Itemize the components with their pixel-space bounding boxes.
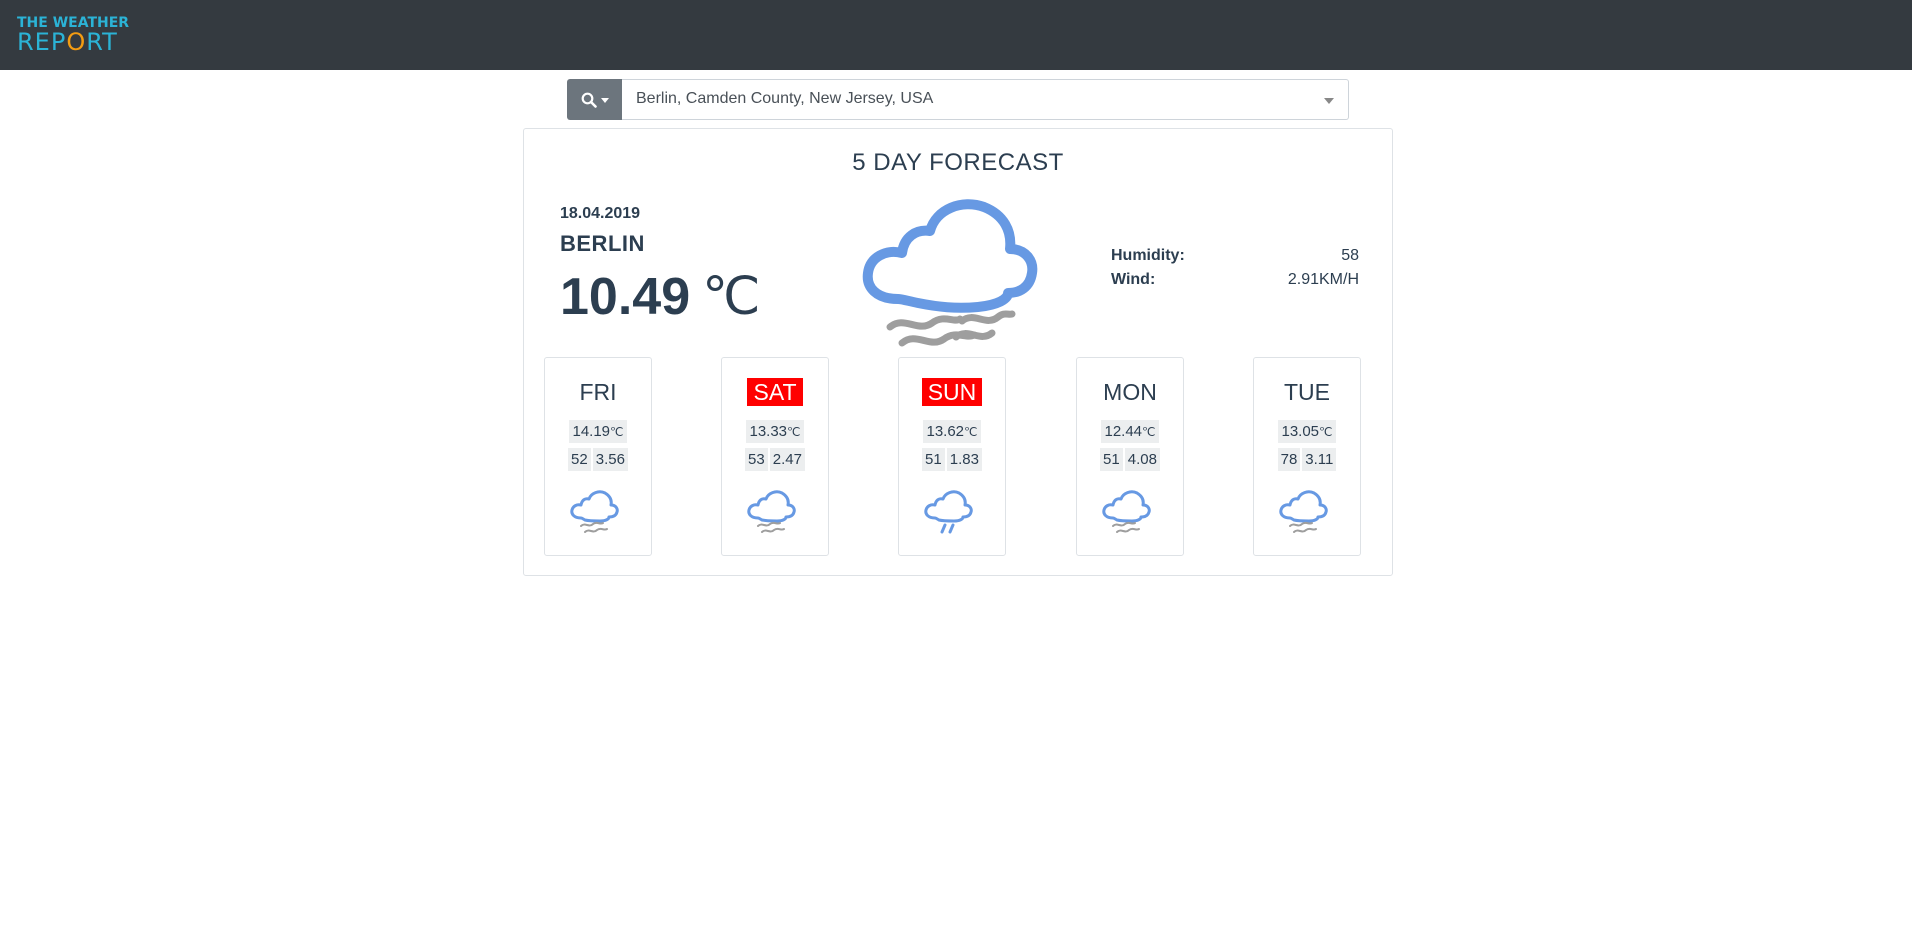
day-extra: 53 2.47: [722, 448, 828, 471]
temperature-unit: ℃: [702, 269, 761, 326]
humidity-value: 58: [1341, 247, 1359, 264]
day-extra: 51 4.08: [1077, 448, 1183, 471]
day-wind: 2.47: [769, 448, 805, 471]
day-temperature: 12.44℃: [1077, 420, 1183, 443]
chevron-down-icon[interactable]: [1324, 98, 1334, 104]
top-navbar: THE WEATHER REPORT: [0, 0, 1912, 70]
day-card-sat[interactable]: SAT 13.33℃ 53 2.47: [721, 357, 829, 556]
day-name-container: MON: [1077, 378, 1183, 406]
search-dropdown-button[interactable]: [567, 79, 622, 120]
day-card-fri[interactable]: FRI 14.19℃ 52 3.56: [544, 357, 652, 556]
caret-down-icon: [600, 98, 609, 103]
day-humidity: 51: [922, 448, 945, 471]
day-humidity: 53: [745, 448, 768, 471]
day-wind: 3.56: [592, 448, 628, 471]
logo-sun: O: [66, 28, 87, 56]
cloud-fog-icon: [569, 488, 627, 543]
temperature-value: 10.49: [560, 268, 691, 326]
day-extra: 51 1.83: [899, 448, 1005, 471]
cloud-fog-icon: [1278, 488, 1336, 543]
temp-unit: ℃: [964, 425, 978, 439]
logo-line-2: REPORT: [17, 30, 118, 54]
day-extra: 78 3.11: [1254, 448, 1360, 471]
day-temp-value: 13.05℃: [1278, 420, 1336, 443]
day-card-mon[interactable]: MON 12.44℃ 51 4.08: [1076, 357, 1184, 556]
temp-number: 12.44: [1104, 423, 1143, 440]
day-temperature: 13.05℃: [1254, 420, 1360, 443]
day-temp-value: 13.33℃: [746, 420, 804, 443]
day-name-container: FRI: [545, 378, 651, 406]
cloud-rain-icon: [923, 488, 981, 543]
day-name-container: SAT: [722, 378, 828, 406]
day-humidity: 52: [568, 448, 591, 471]
day-name-container: SUN: [899, 378, 1005, 406]
day-wind: 4.08: [1124, 448, 1160, 471]
day-temp-value: 14.19℃: [569, 420, 627, 443]
temp-number: 13.62: [926, 423, 965, 440]
forecast-card: 5 DAY FORECAST 18.04.2019 BERLIN 10.49 ℃ …: [523, 128, 1393, 576]
day-name: SAT: [747, 378, 803, 406]
day-temp-value: 13.62℃: [923, 420, 981, 443]
location-value: Berlin, Camden County, New Jersey, USA: [636, 90, 934, 107]
day-humidity: 78: [1277, 448, 1301, 471]
search-icon: [581, 92, 597, 108]
temp-unit: ℃: [1142, 425, 1156, 439]
current-temperature: 10.49 ℃: [560, 267, 761, 327]
weather-report-logo[interactable]: THE WEATHER REPORT: [17, 16, 129, 56]
logo-text-b: RT: [86, 28, 118, 56]
day-card-tue[interactable]: TUE 13.05℃ 78 3.11: [1253, 357, 1361, 556]
day-name: TUE: [1284, 379, 1330, 405]
wind-value: 2.91KM/H: [1287, 271, 1359, 288]
temp-number: 13.05: [1281, 423, 1320, 440]
day-name: FRI: [579, 379, 617, 405]
location-search: Berlin, Camden County, New Jersey, USA: [567, 79, 1350, 120]
cloud-fog-icon: [858, 187, 1058, 358]
cloud-fog-icon: [1101, 488, 1159, 543]
current-stats: Humidity: 58 Wind: 2.91KM/H: [1111, 247, 1359, 295]
wind-row: Wind: 2.91KM/H: [1111, 271, 1359, 295]
location-select[interactable]: Berlin, Camden County, New Jersey, USA: [622, 79, 1349, 120]
temp-unit: ℃: [787, 425, 801, 439]
day-extra: 52 3.56: [545, 448, 651, 471]
day-temperature: 13.62℃: [899, 420, 1005, 443]
day-card-sun[interactable]: SUN 13.62℃ 51 1.83: [898, 357, 1006, 556]
day-temp-value: 12.44℃: [1101, 420, 1159, 443]
day-name: MON: [1103, 379, 1157, 405]
city-name: BERLIN: [560, 231, 645, 256]
cloud-fog-icon: [746, 488, 804, 543]
day-humidity: 51: [1100, 448, 1123, 471]
forecast-date: 18.04.2019: [560, 205, 641, 222]
humidity-label: Humidity:: [1111, 247, 1185, 264]
humidity-row: Humidity: 58: [1111, 247, 1359, 271]
temp-unit: ℃: [1319, 425, 1333, 439]
temp-unit: ℃: [610, 425, 624, 439]
day-name-container: TUE: [1254, 378, 1360, 406]
day-name: SUN: [921, 378, 983, 406]
forecast-title: 5 DAY FORECAST: [852, 149, 1064, 176]
day-temperature: 14.19℃: [545, 420, 651, 443]
logo-text-a: REP: [17, 28, 67, 56]
day-wind: 3.11: [1302, 448, 1337, 471]
temp-number: 14.19: [572, 423, 611, 440]
day-wind: 1.83: [946, 448, 982, 471]
temp-number: 13.33: [749, 423, 788, 440]
day-temperature: 13.33℃: [722, 420, 828, 443]
wind-label: Wind:: [1111, 271, 1156, 288]
